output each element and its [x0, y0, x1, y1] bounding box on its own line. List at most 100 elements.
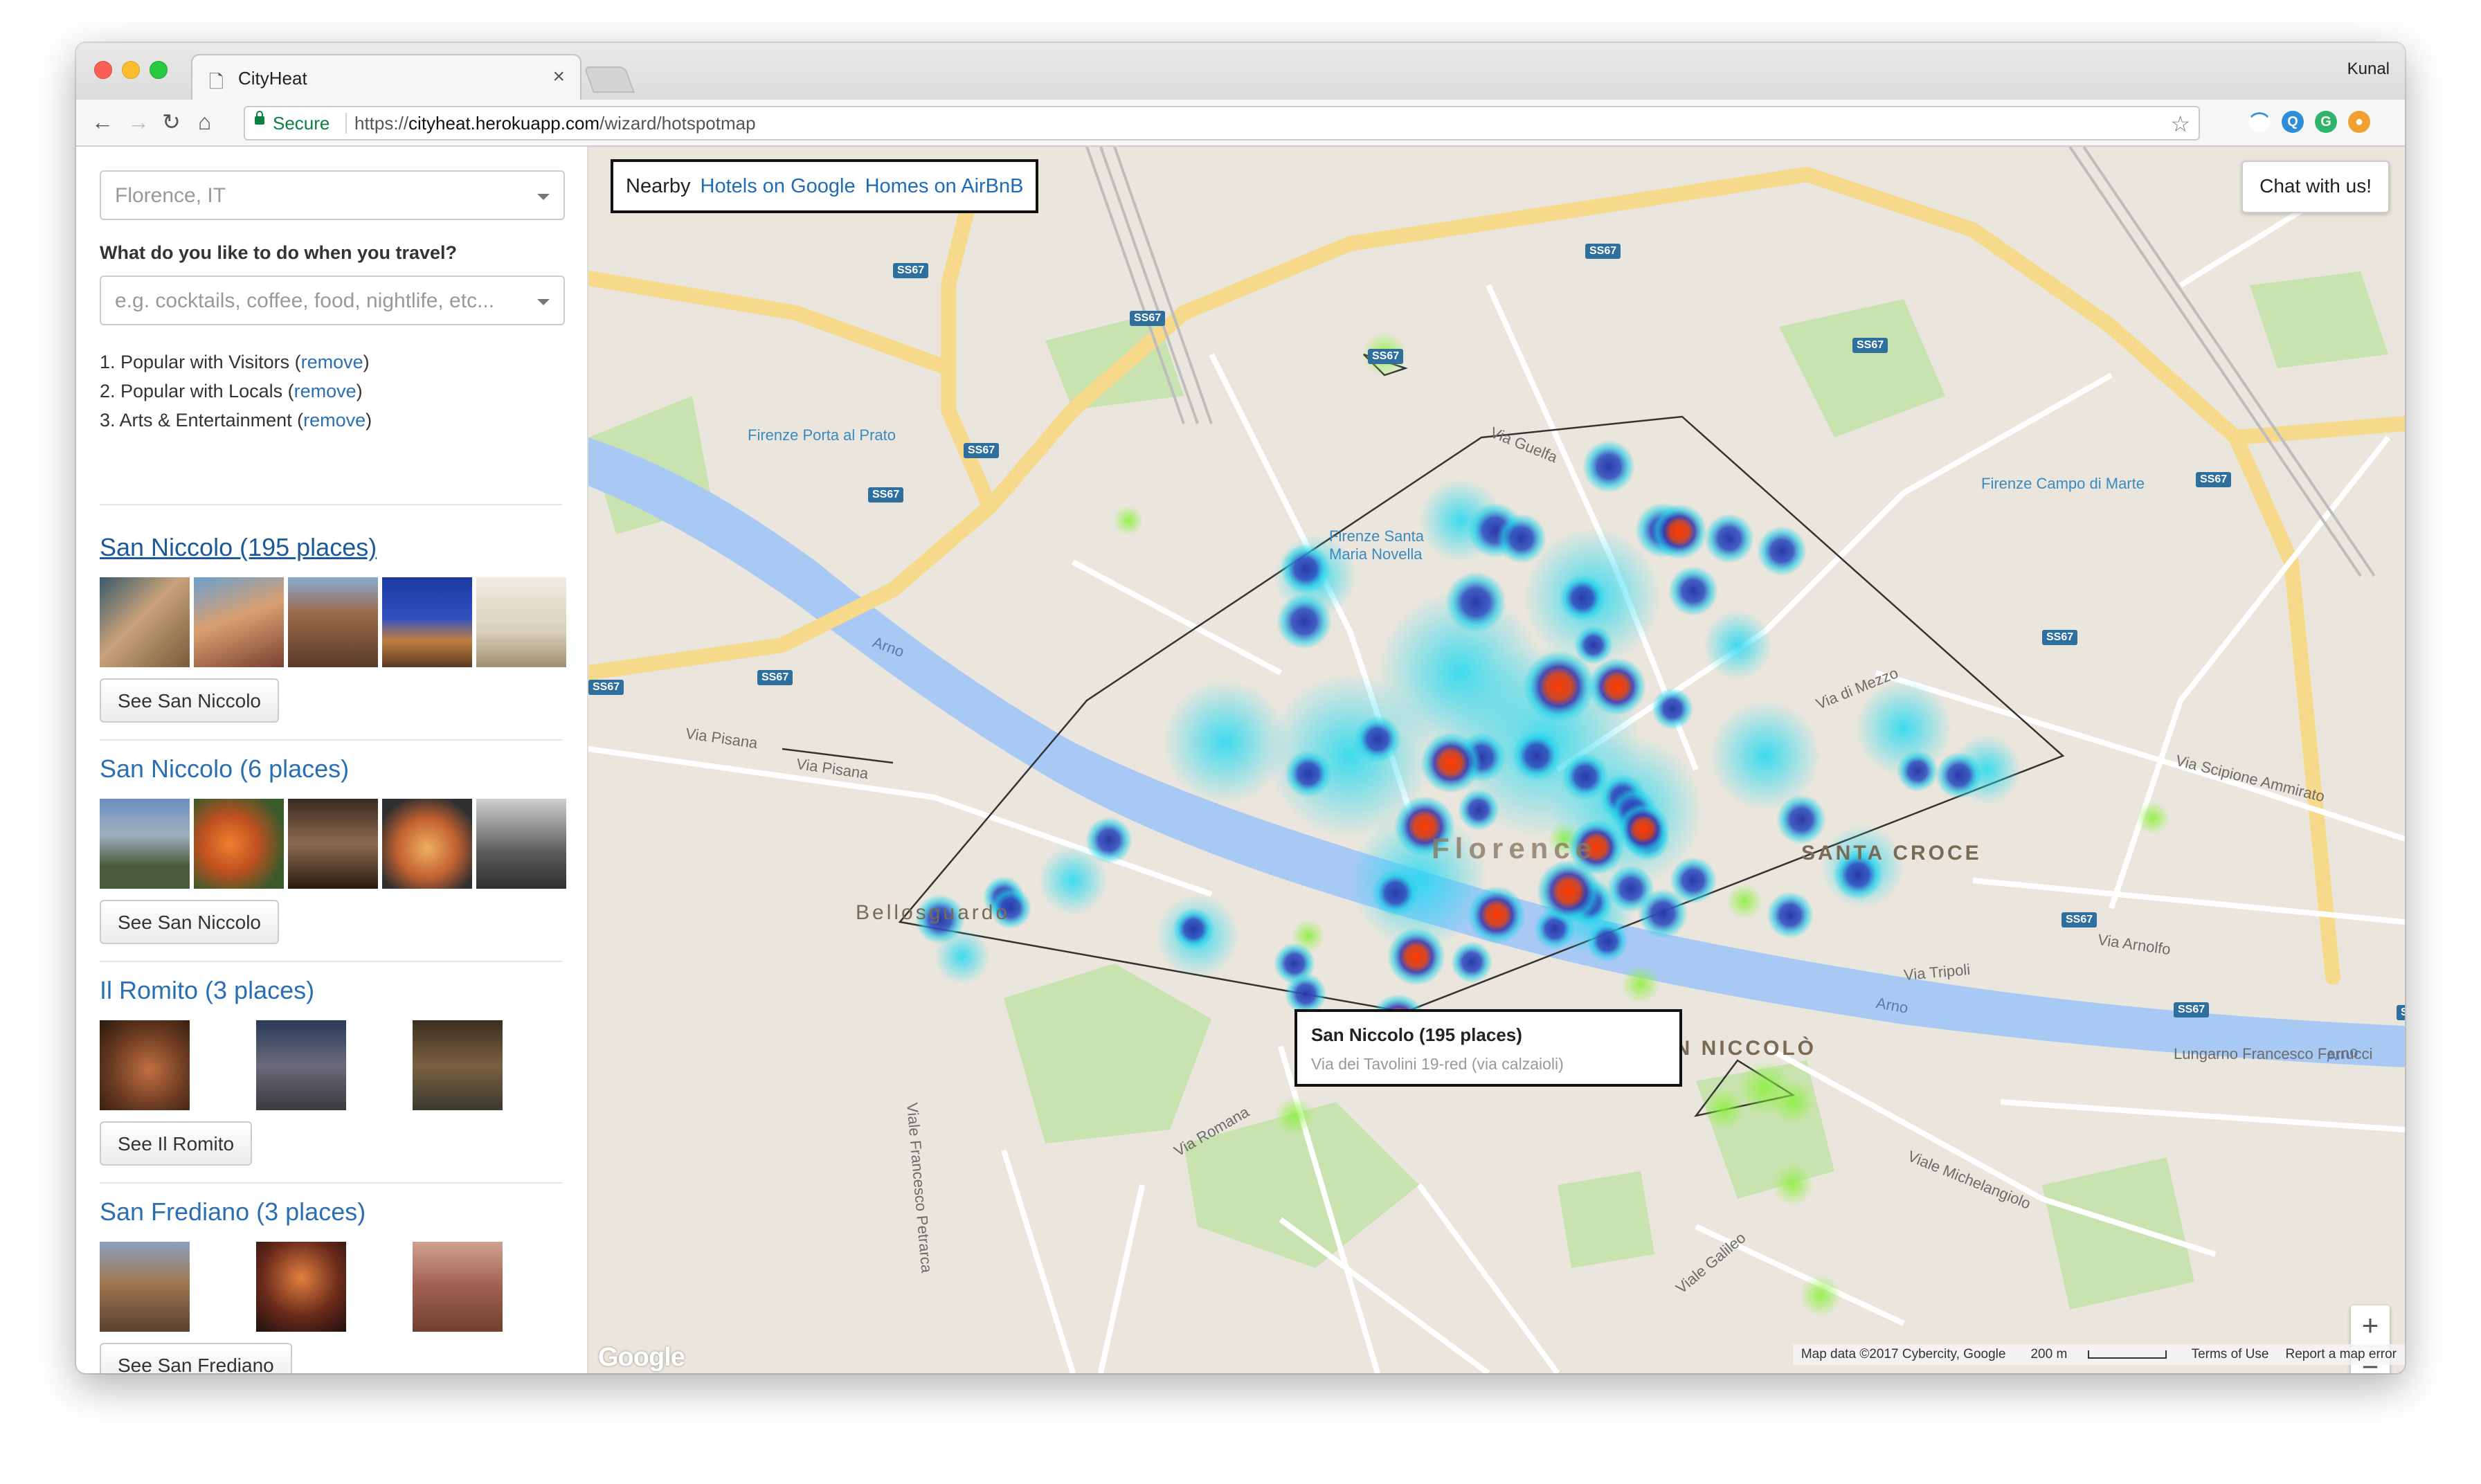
maximize-window-button[interactable] — [150, 61, 168, 79]
road-shield: SS67 — [868, 487, 904, 503]
chevron-down-icon — [537, 194, 550, 200]
group-title-link[interactable]: San Frediano (3 places) — [100, 1197, 366, 1227]
preference-item: 1. Popular with Visitors (remove) — [100, 352, 370, 372]
map-label-lungarno-ferrucci: Lungarno Francesco Ferrucci — [2174, 1045, 2373, 1062]
place-photo[interactable] — [288, 577, 378, 667]
report-map-error-link[interactable]: Report a map error — [2285, 1347, 2397, 1361]
remove-preference-link[interactable]: remove — [294, 381, 357, 401]
close-window-button[interactable] — [94, 61, 112, 79]
tooltip-address: Via dei Tavolini 19-red (via calzaioli) — [1311, 1055, 1564, 1073]
see-group-button[interactable]: See San Frediano — [100, 1343, 292, 1373]
road-shield: SS67 — [893, 263, 929, 278]
chevron-down-icon — [537, 299, 550, 305]
hotspot-map[interactable]: Florence SANTA CROCE Bellosguardo SAN NI… — [588, 147, 2405, 1373]
interests-question: What do you like to do when you travel? — [100, 242, 458, 263]
place-photo[interactable] — [100, 1242, 190, 1332]
preference-list: 1. Popular with Visitors (remove) 2. Pop… — [100, 347, 372, 435]
address-bar[interactable]: Secure https://cityheat.herokuapp.com/wi… — [244, 106, 2200, 141]
map-label-bellosguardo: Bellosguardo — [856, 901, 1011, 924]
minimize-window-button[interactable] — [122, 61, 140, 79]
place-photo[interactable] — [100, 1020, 190, 1110]
map-label-porta-al-prato: Firenze Porta al Prato — [748, 426, 896, 444]
document-icon: 🗋 — [209, 71, 224, 92]
road-shield: SS67 — [1852, 338, 1888, 353]
chat-button[interactable]: Chat with us! — [2241, 161, 2390, 213]
zoom-in-button[interactable]: + — [2351, 1305, 2390, 1346]
see-group-button[interactable]: See San Niccolo — [100, 900, 280, 944]
bookmark-star-icon[interactable]: ☆ — [2170, 111, 2190, 137]
road-shield: SS67 — [2174, 1002, 2210, 1017]
google-logo[interactable]: Google — [598, 1343, 685, 1373]
place-photo[interactable] — [382, 799, 472, 889]
back-icon[interactable]: ← — [91, 109, 114, 134]
map-label-florence: Florence — [1432, 832, 1598, 865]
see-group-button[interactable]: See San Niccolo — [100, 678, 280, 723]
road-shield: SS67 — [757, 670, 793, 685]
remove-preference-link[interactable]: remove — [301, 352, 363, 372]
hotels-on-google-link[interactable]: Hotels on Google — [701, 175, 856, 197]
place-photo[interactable] — [194, 577, 284, 667]
place-photo[interactable] — [413, 1020, 503, 1110]
extension-icon-orange[interactable]: ● — [2348, 111, 2370, 133]
railway — [1085, 147, 2376, 577]
tab-close-icon[interactable]: × — [552, 65, 565, 89]
group-title-link[interactable]: Il Romito (3 places) — [100, 976, 314, 1005]
home-icon[interactable]: ⌂ — [198, 109, 211, 134]
forward-icon[interactable]: → — [127, 109, 150, 134]
place-photo[interactable] — [194, 799, 284, 889]
extension-icon-q[interactable]: Q — [2282, 111, 2304, 133]
road-shield: SS67 — [1585, 244, 1621, 259]
preference-item: 3. Arts & Entertainment (remove) — [100, 410, 372, 431]
road-shield: SS67 — [1368, 349, 1404, 364]
place-photo[interactable] — [476, 577, 566, 667]
terms-of-use-link[interactable]: Terms of Use — [2192, 1347, 2269, 1361]
map-attribution: Map data ©2017 Cybercity, Google 200 m Te… — [1792, 1344, 2405, 1365]
road-shield: SS67 — [2196, 472, 2232, 487]
interests-select[interactable]: e.g. cocktails, coffee, food, nightlife,… — [100, 275, 565, 325]
reload-icon[interactable]: ↻ — [162, 109, 181, 134]
place-photo[interactable] — [100, 799, 190, 889]
tab-title: CityHeat — [238, 68, 307, 89]
group-title-link[interactable]: San Niccolo (6 places) — [100, 754, 349, 784]
title-bar: 🗋 CityHeat × Kunal — [76, 43, 2405, 101]
place-photo[interactable] — [100, 577, 190, 667]
city-select[interactable]: Florence, IT — [100, 170, 565, 220]
road-shield: SS67 — [2062, 912, 2097, 928]
road-shield: SS67 — [1130, 311, 1166, 326]
tooltip-title: San Niccolo (195 places) — [1311, 1024, 1522, 1045]
remove-preference-link[interactable]: remove — [303, 410, 366, 431]
preference-item: 2. Popular with Locals (remove) — [100, 381, 363, 401]
secure-label: Secure — [273, 113, 330, 134]
map-data-credit: Map data ©2017 Cybercity, Google — [1801, 1347, 2006, 1361]
browser-tab[interactable]: 🗋 CityHeat × — [191, 54, 581, 101]
new-tab-button[interactable] — [584, 66, 635, 93]
group-title-link[interactable]: San Niccolo (195 places) — [100, 533, 377, 562]
place-photo[interactable] — [476, 799, 566, 889]
sidebar: Florence, IT What do you like to do when… — [76, 147, 588, 1373]
map-canvas — [588, 147, 2405, 1373]
map-label-campo-di-marte: Firenze Campo di Marte — [1981, 475, 2145, 492]
homes-on-airbnb-link[interactable]: Homes on AirBnB — [865, 175, 1024, 197]
city-select-value: Florence, IT — [115, 184, 226, 207]
hotspot-tooltip[interactable]: San Niccolo (195 places) Via dei Tavolin… — [1294, 1009, 1682, 1087]
place-photo[interactable] — [382, 577, 472, 667]
url-text: https://cityheat.herokuapp.com/wizard/ho… — [354, 113, 756, 134]
map-label-santa-maria-novella: Firenze Santa Maria Novella — [1329, 527, 1424, 563]
extension-icon-g[interactable]: G — [2315, 111, 2337, 133]
scale-label[interactable]: 200 m — [2022, 1347, 2174, 1361]
place-photo[interactable] — [256, 1242, 346, 1332]
profile-name[interactable]: Kunal — [2347, 60, 2390, 79]
browser-toolbar: ← → ↻ ⌂ Secure https://cityheat.herokuap… — [76, 100, 2405, 147]
map-label-santa-croce: SANTA CROCE — [1801, 842, 1982, 865]
lock-icon — [255, 111, 264, 125]
see-group-button[interactable]: See Il Romito — [100, 1121, 253, 1166]
place-photo[interactable] — [256, 1020, 346, 1110]
scale-bar — [2087, 1350, 2167, 1359]
extension-icon-arc[interactable]: ⌒ — [2248, 111, 2271, 133]
place-photo[interactable] — [413, 1242, 503, 1332]
road-shield: SS67 — [2042, 630, 2078, 645]
road-shield: SS67 — [588, 680, 624, 695]
place-photo[interactable] — [288, 799, 378, 889]
nearby-links-box: Nearby Hotels on Google Homes on AirBnB — [611, 159, 1039, 213]
nearby-label: Nearby — [626, 175, 691, 197]
